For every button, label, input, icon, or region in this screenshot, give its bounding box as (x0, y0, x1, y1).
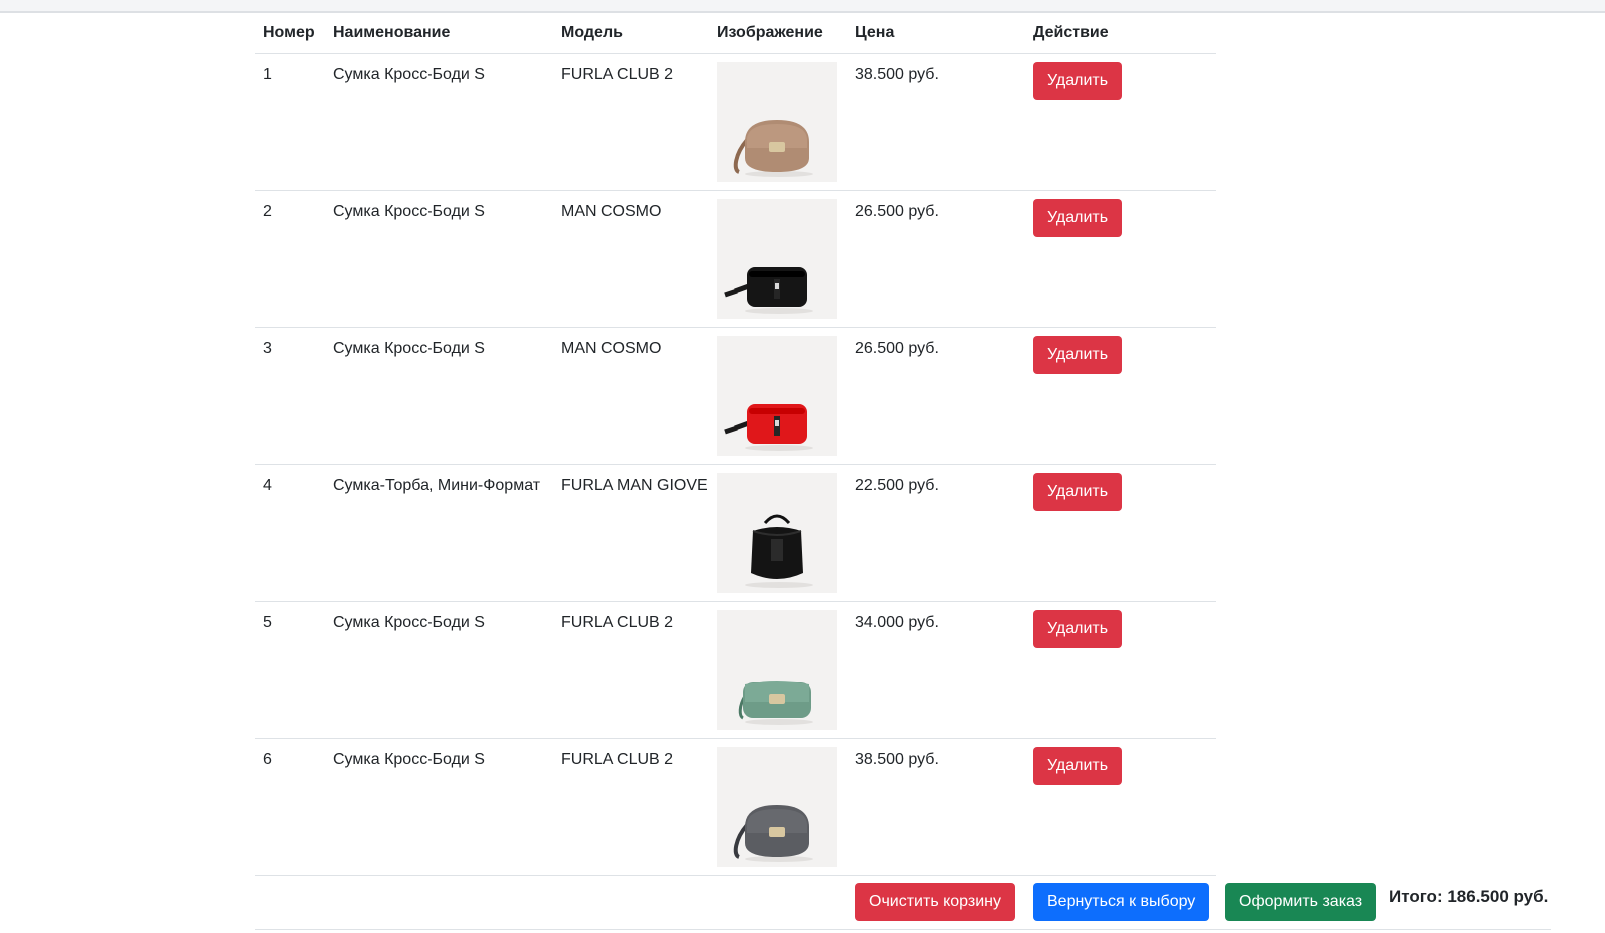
clear-cart-button[interactable]: Очистить корзину (855, 883, 1015, 921)
row-name: Сумка Кросс-Боди S (333, 340, 485, 357)
row-price: 26.500 руб. (855, 340, 939, 357)
row-model: FURLA CLUB 2 (561, 751, 674, 768)
bag-image-icon (724, 404, 813, 451)
row-model: MAN COSMO (561, 340, 662, 357)
bag-image-icon (724, 267, 813, 314)
header-model: Модель (561, 24, 623, 41)
row-number: 4 (263, 477, 272, 494)
row-price: 34.000 руб. (855, 614, 939, 631)
row-number: 6 (263, 751, 272, 768)
product-image (717, 199, 837, 319)
header-image: Изображение (717, 24, 823, 41)
row-model: MAN COSMO (561, 203, 662, 220)
table-header: Номер Наименование Модель Изображение Це… (255, 13, 1216, 54)
bag-image-icon (738, 681, 813, 725)
table-row: 5 Сумка Кросс-Боди S FURLA CLUB 2 34.000… (255, 602, 1216, 739)
header-action: Действие (1033, 24, 1109, 41)
row-name: Сумка Кросс-Боди S (333, 614, 485, 631)
product-image (717, 610, 837, 730)
row-model: FURLA CLUB 2 (561, 614, 674, 631)
product-image (717, 747, 837, 867)
row-model: FURLA CLUB 2 (561, 66, 674, 83)
cart-footer: Очистить корзину Вернуться к выбору Офор… (255, 873, 1551, 930)
row-number: 2 (263, 203, 272, 220)
cart-total: Итого: 186.500 руб. (1389, 887, 1549, 906)
row-number: 3 (263, 340, 272, 357)
delete-button[interactable]: Удалить (1033, 610, 1123, 648)
table-row: 3 Сумка Кросс-Боди S MAN COSMO 26.500 ру… (255, 328, 1216, 465)
bag-image-icon (745, 514, 813, 588)
delete-button[interactable]: Удалить (1033, 747, 1123, 785)
table-row: 6 Сумка Кросс-Боди S FURLA CLUB 2 38.500… (255, 739, 1216, 876)
row-price: 38.500 руб. (855, 66, 939, 83)
delete-button[interactable]: Удалить (1033, 336, 1123, 374)
top-bar (0, 0, 1605, 13)
row-model: FURLA MAN GIOVE (561, 477, 708, 494)
cart-table: Номер Наименование Модель Изображение Це… (255, 13, 1216, 876)
row-price: 22.500 руб. (855, 477, 939, 494)
row-name: Сумка-Торба, Мини-Формат (333, 477, 541, 494)
bag-image-icon (733, 805, 813, 862)
table-row: 1 Сумка Кросс-Боди S FURLA CLUB 2 38.500… (255, 54, 1216, 191)
table-row: 2 Сумка Кросс-Боди S MAN COSMO 26.500 ру… (255, 191, 1216, 328)
header-number: Номер (263, 24, 315, 41)
row-price: 38.500 руб. (855, 751, 939, 768)
checkout-button[interactable]: Оформить заказ (1225, 883, 1377, 921)
row-name: Сумка Кросс-Боди S (333, 66, 485, 83)
delete-button[interactable]: Удалить (1033, 199, 1123, 237)
row-name: Сумка Кросс-Боди S (333, 203, 485, 220)
product-image (717, 336, 837, 456)
delete-button[interactable]: Удалить (1033, 62, 1123, 100)
row-number: 5 (263, 614, 272, 631)
back-to-catalog-button[interactable]: Вернуться к выбору (1033, 883, 1210, 921)
row-name: Сумка Кросс-Боди S (333, 751, 485, 768)
header-price: Цена (855, 24, 895, 41)
row-price: 26.500 руб. (855, 203, 939, 220)
product-image (717, 62, 837, 182)
delete-button[interactable]: Удалить (1033, 473, 1123, 511)
bag-image-icon (733, 120, 813, 177)
header-name: Наименование (333, 24, 451, 41)
product-image (717, 473, 837, 593)
table-row: 4 Сумка-Торба, Мини-Формат FURLA MAN GIO… (255, 465, 1216, 602)
row-number: 1 (263, 66, 272, 83)
